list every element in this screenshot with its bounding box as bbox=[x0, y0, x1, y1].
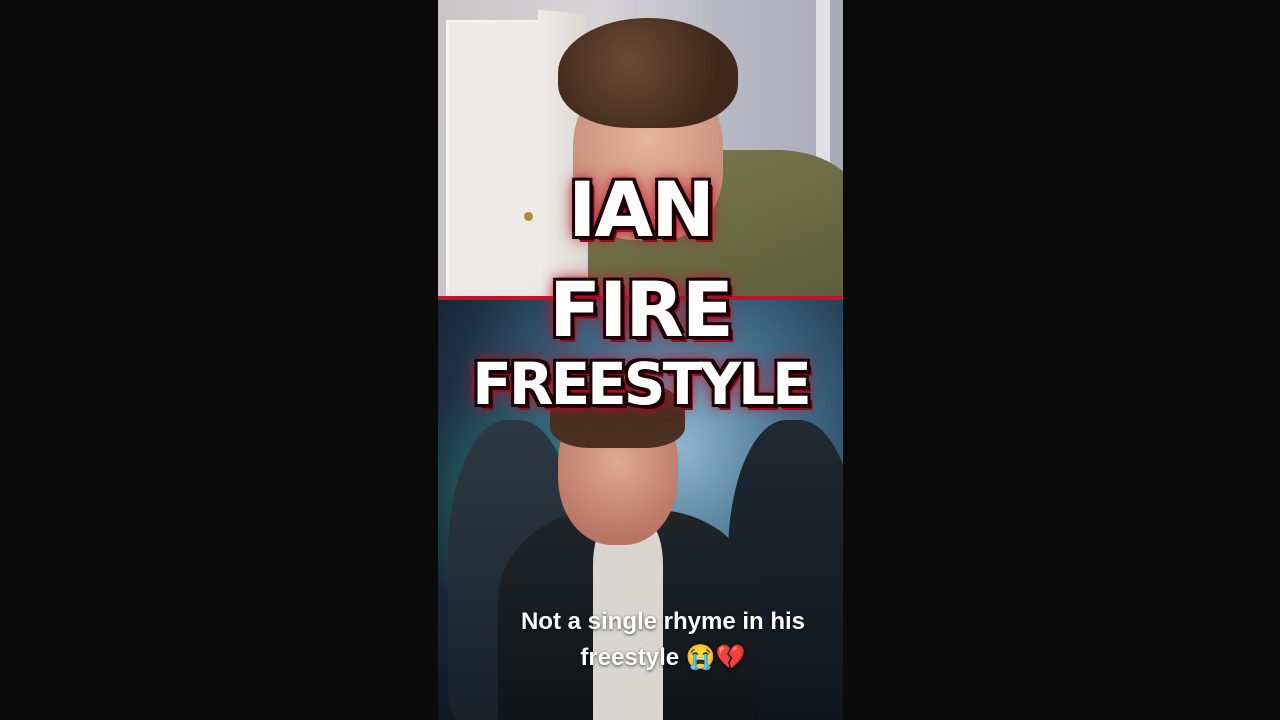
door-frame bbox=[446, 20, 547, 297]
reactor-hair bbox=[558, 18, 738, 128]
caption-line-2: freestyle 😭💔 bbox=[580, 644, 746, 671]
caption-line-1: Not a single rhyme in his bbox=[520, 608, 806, 635]
player-stage: IAN FIRE FREESTYLE Not a single rhyme in… bbox=[0, 0, 1280, 720]
title-line-1: IAN bbox=[568, 165, 715, 254]
title-line-3: FREESTYLE bbox=[472, 350, 811, 418]
video-frame[interactable]: IAN FIRE FREESTYLE Not a single rhyme in… bbox=[438, 0, 843, 720]
title-line-2: FIRE bbox=[549, 265, 734, 354]
video-caption: Not a single rhyme in his freestyle 😭💔 bbox=[478, 604, 843, 676]
